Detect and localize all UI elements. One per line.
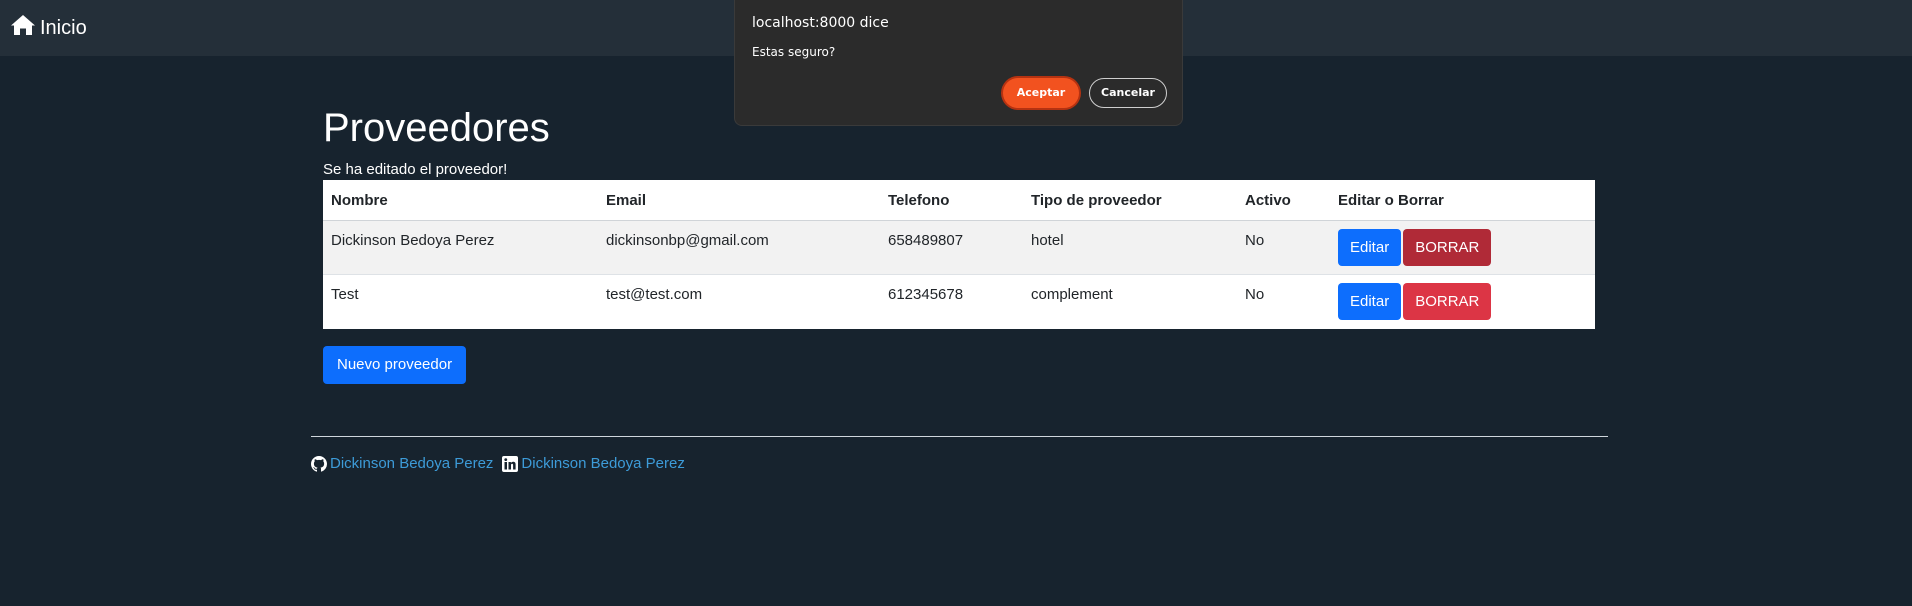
header-acciones: Editar o Borrar (1330, 180, 1595, 221)
header-activo: Activo (1237, 180, 1330, 221)
cell-telefono: 658489807 (880, 220, 1023, 275)
flash-message: Se ha editado el proveedor! (323, 161, 508, 178)
main-content: Proveedores Se ha editado el proveedor! … (323, 100, 1595, 384)
edit-button[interactable]: Editar (1338, 229, 1402, 266)
cancel-button[interactable]: Cancelar (1089, 78, 1167, 108)
footer: Dickinson Bedoya Perez Dickinson Bedoya … (311, 455, 685, 472)
header-telefono: Telefono (880, 180, 1023, 221)
new-provider-button[interactable]: Nuevo proveedor (323, 345, 467, 384)
home-link[interactable]: Inicio (10, 13, 87, 43)
table-header-row: Nombre Email Telefono Tipo de proveedor … (323, 180, 1595, 221)
linkedin-icon (502, 455, 519, 472)
table-row: Dickinson Bedoya Perez dickinsonbp@gmail… (323, 220, 1595, 275)
header-nombre: Nombre (323, 180, 598, 221)
dialog-title: localhost:8000 dice (752, 15, 889, 31)
cell-tipo: complement (1023, 274, 1237, 329)
cell-actions: Editar BORRAR (1330, 220, 1595, 275)
delete-button[interactable]: BORRAR (1403, 229, 1492, 266)
accept-button[interactable]: Aceptar (1003, 78, 1079, 108)
cell-activo: No (1237, 274, 1330, 329)
confirm-dialog: localhost:8000 dice Estas seguro? Acepta… (734, 0, 1183, 126)
cell-activo: No (1237, 220, 1330, 275)
cell-telefono: 612345678 (880, 274, 1023, 329)
linkedin-link[interactable]: Dickinson Bedoya Perez (521, 455, 684, 472)
cell-email: test@test.com (598, 274, 880, 329)
cell-actions: Editar BORRAR (1330, 274, 1595, 329)
footer-divider (311, 436, 1608, 437)
header-email: Email (598, 180, 880, 221)
providers-table: Nombre Email Telefono Tipo de proveedor … (323, 180, 1595, 329)
cell-nombre: Test (323, 274, 598, 329)
delete-button[interactable]: BORRAR (1403, 283, 1492, 320)
table-row: Test test@test.com 612345678 complement … (323, 274, 1595, 329)
header-tipo: Tipo de proveedor (1023, 180, 1237, 221)
home-icon (10, 13, 40, 43)
dialog-message: Estas seguro? (752, 45, 836, 59)
cell-email: dickinsonbp@gmail.com (598, 220, 880, 275)
edit-button[interactable]: Editar (1338, 283, 1402, 320)
home-label: Inicio (40, 16, 87, 39)
github-link[interactable]: Dickinson Bedoya Perez (330, 455, 493, 472)
github-icon (311, 455, 327, 472)
cell-tipo: hotel (1023, 220, 1237, 275)
cell-nombre: Dickinson Bedoya Perez (323, 220, 598, 275)
